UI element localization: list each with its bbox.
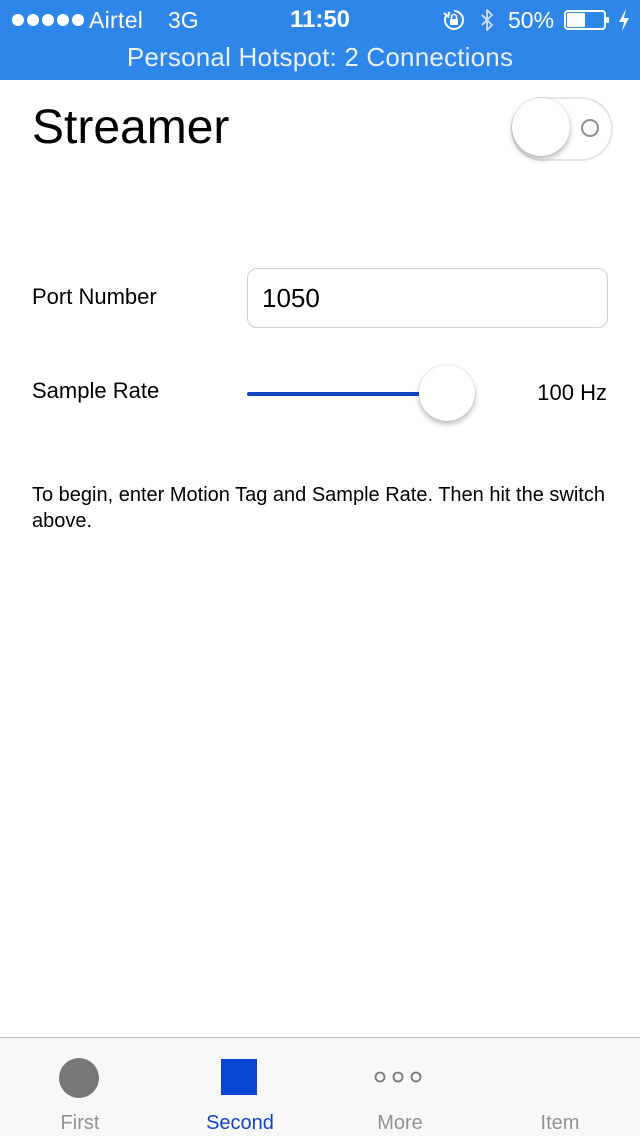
instructions-text: To begin, enter Motion Tag and Sample Ra… bbox=[32, 484, 605, 532]
sample-rate-slider[interactable] bbox=[247, 364, 499, 424]
tab-first[interactable]: First bbox=[0, 1038, 160, 1137]
circle-icon bbox=[59, 1058, 99, 1098]
tab-bar: First Second More Item bbox=[0, 1037, 640, 1136]
square-icon bbox=[221, 1059, 257, 1095]
charging-icon bbox=[619, 9, 629, 31]
bluetooth-icon bbox=[481, 9, 493, 31]
tab-second[interactable]: Second bbox=[160, 1038, 320, 1137]
tab-label: First bbox=[60, 1112, 100, 1134]
tab-label: Second bbox=[206, 1112, 274, 1134]
toggle-off-indicator-icon bbox=[581, 119, 599, 137]
toggle-knob[interactable] bbox=[512, 98, 570, 156]
tab-item[interactable]: Item bbox=[480, 1038, 640, 1137]
battery-icon bbox=[564, 10, 609, 30]
streaming-toggle[interactable] bbox=[511, 97, 613, 161]
tab-label: Item bbox=[540, 1112, 580, 1134]
slider-thumb[interactable] bbox=[419, 365, 475, 421]
rotation-lock-icon bbox=[443, 10, 464, 30]
port-number-input[interactable] bbox=[247, 268, 608, 328]
tab-label: More bbox=[377, 1112, 423, 1134]
more-icon bbox=[374, 1071, 422, 1083]
sample-rate-label: Sample Rate bbox=[32, 378, 160, 403]
sample-rate-value: 100 Hz bbox=[537, 380, 607, 405]
battery-percentage: 50% bbox=[508, 7, 555, 33]
port-number-label: Port Number bbox=[32, 284, 157, 309]
status-row: Airtel 3G 11:50 50% bbox=[0, 0, 640, 40]
tab-more[interactable]: More bbox=[320, 1038, 480, 1137]
page-title: Streamer bbox=[32, 101, 230, 154]
status-bar: Airtel 3G 11:50 50% Personal Hotspot: 2 … bbox=[0, 0, 640, 80]
hotspot-banner[interactable]: Personal Hotspot: 2 Connections bbox=[0, 42, 640, 73]
